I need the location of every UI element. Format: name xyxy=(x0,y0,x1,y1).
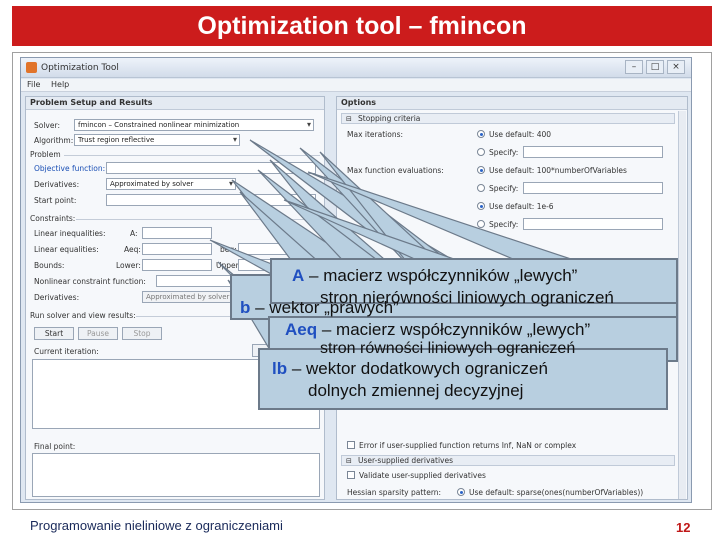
validate-label: Validate user-supplied derivatives xyxy=(359,471,486,480)
callout-aeq-symbol: Aeq xyxy=(285,320,318,339)
linear-inequalities-label: Linear inequalities: xyxy=(34,229,106,238)
tolx-default-radio[interactable] xyxy=(477,202,485,210)
callout-lb-line2: dolnych zmiennej decyzyjnej xyxy=(308,381,524,400)
bounds-label: Bounds: xyxy=(34,261,65,270)
minimize-button[interactable]: – xyxy=(625,60,643,74)
max-iterations-label: Max iterations: xyxy=(347,130,404,139)
callout-b-line1: b – wektor „prawych” xyxy=(240,298,399,318)
pause-button[interactable]: Pause xyxy=(78,327,118,340)
stop-button[interactable]: Stop xyxy=(122,327,162,340)
close-button[interactable]: × xyxy=(667,60,685,74)
objective-label: Objective function: xyxy=(34,164,106,173)
current-iteration-label: Current iteration: xyxy=(34,347,99,356)
callout-b-dash: – xyxy=(250,298,270,317)
callout-b-text: wektor „prawych” xyxy=(269,298,399,317)
a-label: A: xyxy=(130,229,138,238)
callout-lb-text: wektor dodatkowych ograniczeń xyxy=(306,359,548,378)
collapse-icon: ⊟ xyxy=(346,115,352,123)
matlab-icon xyxy=(26,62,37,73)
beq-input[interactable] xyxy=(238,243,316,255)
lower-bound-input[interactable] xyxy=(142,259,212,271)
tolx-default-label: Use default: 1e-6 xyxy=(489,202,554,211)
stopping-criteria-group[interactable]: ⊟ Stopping criteria xyxy=(341,113,675,124)
callout-lb-symbol: lb xyxy=(272,359,288,378)
menu-help[interactable]: Help xyxy=(51,80,69,89)
slide-title: Optimization tool – fmincon xyxy=(12,6,712,46)
callout-a-symbol: A xyxy=(292,266,305,285)
hessian-default-radio[interactable] xyxy=(457,488,465,496)
problem-section-label: Problem xyxy=(30,150,61,159)
start-point-input[interactable] xyxy=(106,194,316,206)
callout-lb-line1: lb – wektor dodatkowych ograniczeń xyxy=(272,359,548,379)
algorithm-select[interactable]: Trust region reflective xyxy=(74,134,240,146)
callout-b-symbol: b xyxy=(240,298,251,317)
menubar: File Help xyxy=(21,79,691,92)
algorithm-label: Algorithm: xyxy=(34,136,74,145)
derivatives-label: Derivatives: xyxy=(34,180,80,189)
max-iter-specify-radio[interactable] xyxy=(477,148,485,156)
a-input[interactable] xyxy=(142,227,212,239)
tolx-specify-radio[interactable] xyxy=(477,220,485,228)
max-fun-default-label: Use default: 100*numberOfVariables xyxy=(489,166,627,175)
slide-footer: Programowanie nieliniowe z ograniczeniam… xyxy=(30,518,283,533)
hessian-default-label: Use default: sparse(ones(numberOfVariabl… xyxy=(469,488,644,497)
start-point-label: Start point: xyxy=(34,196,77,205)
problem-divider xyxy=(64,155,320,156)
menu-file[interactable]: File xyxy=(27,80,40,89)
max-fun-specify-input[interactable] xyxy=(523,182,663,194)
derivatives-select[interactable]: Approximated by solver xyxy=(106,178,236,190)
validate-checkbox[interactable] xyxy=(347,471,355,479)
objective-input[interactable] xyxy=(106,162,316,174)
callout-a-dash: – xyxy=(304,266,324,285)
final-point-area xyxy=(32,453,320,497)
window-controls: – □ × xyxy=(625,60,685,74)
max-iter-default-radio[interactable] xyxy=(477,130,485,138)
tolx-specify-label: Specify: xyxy=(489,220,519,229)
beq-label: beq: xyxy=(220,245,237,254)
tolx-specify-input[interactable] xyxy=(523,218,663,230)
run-section-label: Run solver and view results: xyxy=(30,311,136,320)
callout-a-text: macierz współczynników „lewych” xyxy=(323,266,578,285)
solver-select[interactable]: fmincon – Constrained nonlinear minimiza… xyxy=(74,119,314,131)
stopping-criteria-label: Stopping criteria xyxy=(358,114,421,123)
nonlinear-derivatives-label: Derivatives: xyxy=(34,293,80,302)
nonlinear-constraint-label: Nonlinear constraint function: xyxy=(34,277,146,286)
page-number: 12 xyxy=(676,520,691,535)
start-button[interactable]: Start xyxy=(34,327,74,340)
error-check-label: Error if user-supplied function returns … xyxy=(359,441,577,450)
max-fun-specify-radio[interactable] xyxy=(477,184,485,192)
max-iter-specify-label: Specify: xyxy=(489,148,519,157)
constraints-divider xyxy=(76,219,320,220)
maximize-button[interactable]: □ xyxy=(646,60,664,74)
max-iter-default-label: Use default: 400 xyxy=(489,130,552,139)
linear-equalities-label: Linear equalities: xyxy=(34,245,99,254)
window-titlebar: Optimization Tool – □ × xyxy=(21,58,691,78)
max-iter-specify-input[interactable] xyxy=(523,146,663,158)
user-derivatives-label: User-supplied derivatives xyxy=(358,456,453,465)
options-header: Options xyxy=(337,97,687,110)
callout-a-line1: A – macierz współczynników „lewych” xyxy=(292,266,577,286)
max-fun-default-radio[interactable] xyxy=(477,166,485,174)
final-point-label: Final point: xyxy=(34,442,76,451)
window-title: Optimization Tool xyxy=(41,63,119,73)
solver-label: Solver: xyxy=(34,121,60,130)
aeq-input[interactable] xyxy=(142,243,212,255)
lower-label: Lower: xyxy=(116,261,141,270)
error-check-checkbox[interactable] xyxy=(347,441,355,449)
callout-lb-dash: – xyxy=(287,359,307,378)
aeq-label: Aeq: xyxy=(124,245,141,254)
callout-aeq-dash: – xyxy=(317,320,337,339)
user-derivatives-group[interactable]: ⊟ User-supplied derivatives xyxy=(341,455,675,466)
callout-aeq-line2: stron równości liniowych ograniczeń xyxy=(320,340,576,357)
callout-aeq-line1: Aeq – macierz współczynników „lewych” xyxy=(285,320,590,340)
collapse-icon: ⊟ xyxy=(346,457,352,465)
max-fun-eval-label: Max function evaluations: xyxy=(347,166,444,175)
hessian-label: Hessian sparsity pattern: xyxy=(347,488,442,497)
constraints-section-label: Constraints: xyxy=(30,214,76,223)
problem-setup-header: Problem Setup and Results xyxy=(26,97,324,110)
max-fun-specify-label: Specify: xyxy=(489,184,519,193)
callout-aeq-text: macierz współczynników „lewych” xyxy=(336,320,591,339)
options-scrollbar[interactable] xyxy=(678,111,686,499)
